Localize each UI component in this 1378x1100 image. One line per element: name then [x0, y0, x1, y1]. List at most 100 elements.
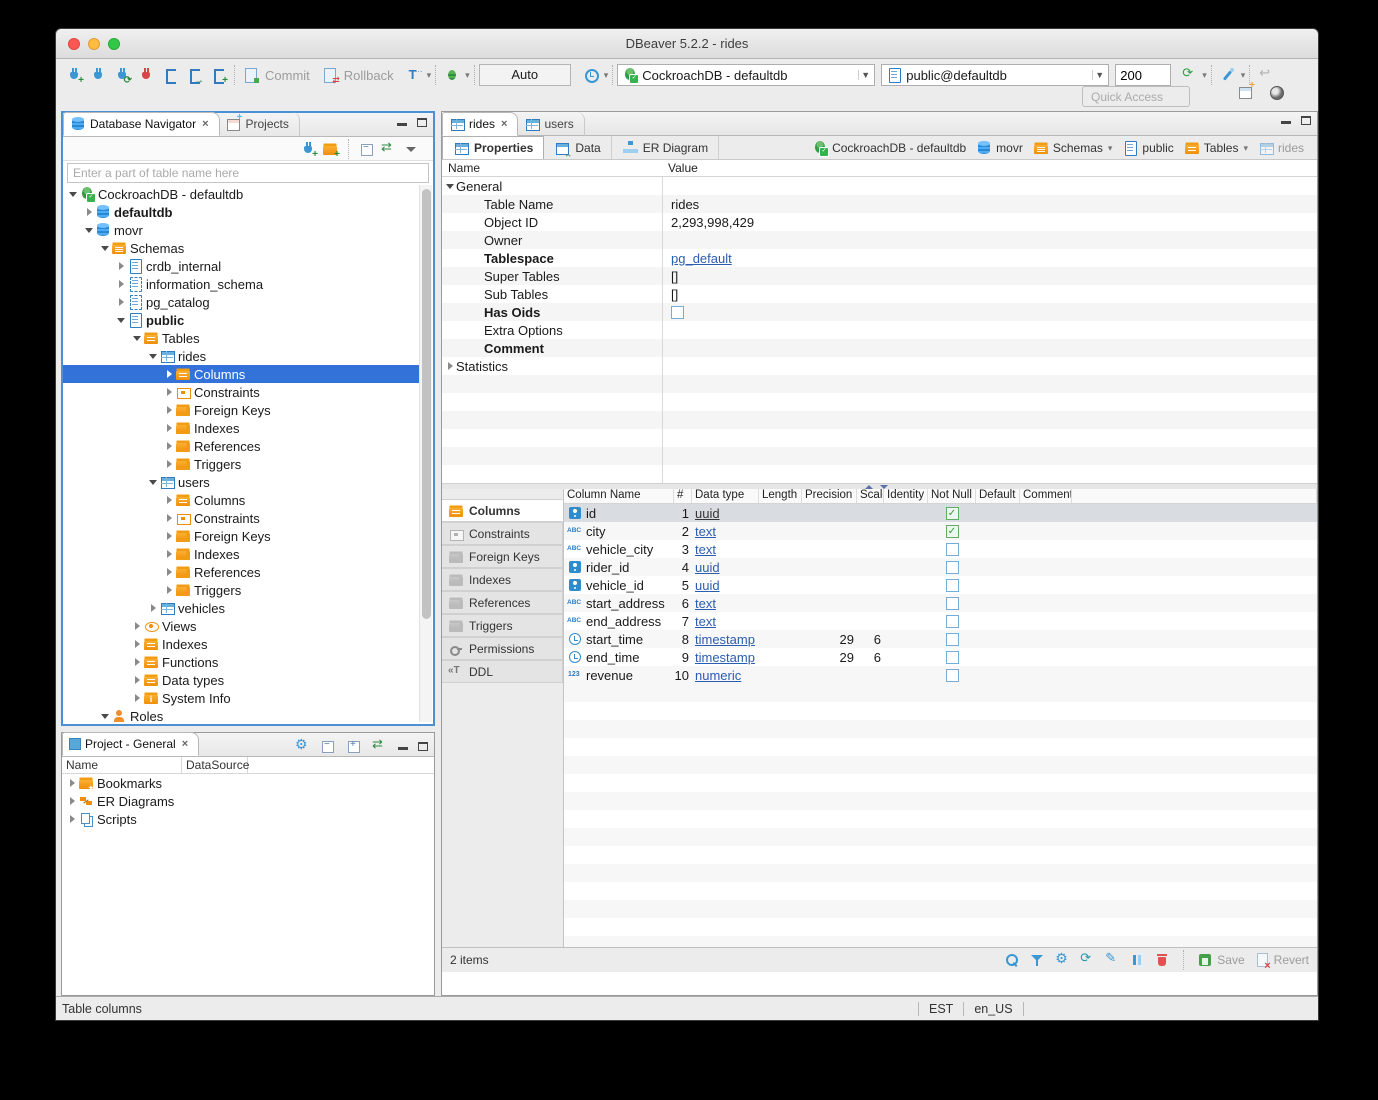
grid-header-precision[interactable]: Precision [802, 489, 857, 503]
close-icon[interactable]: × [182, 738, 188, 750]
maximize-panel-icon[interactable] [417, 118, 427, 127]
collapse-arrow-icon[interactable] [99, 714, 111, 719]
collapse-arrow-icon[interactable] [147, 480, 159, 485]
data-type-link[interactable]: text [695, 596, 716, 611]
breadcrumb-public[interactable]: public [1119, 140, 1176, 156]
expand-arrow-icon[interactable] [163, 550, 175, 558]
collapse-all-icon[interactable] [359, 141, 375, 157]
collapse-arrow-icon[interactable] [67, 192, 79, 197]
grid-header-comment[interactable]: Comment [1020, 489, 1072, 503]
breadcrumb-cockroachdb-defaultdb[interactable]: CockroachDB - defaultdb [809, 140, 969, 156]
subtab-data[interactable]: Data [544, 136, 611, 159]
link-with-editor-icon[interactable] [381, 141, 397, 157]
object-tab-references[interactable]: References [442, 591, 563, 614]
history-caret[interactable]: ▾ [604, 70, 609, 81]
expand-arrow-icon[interactable] [131, 676, 143, 684]
column-row-id[interactable]: id1uuid✓ [564, 504, 1317, 522]
tree-item-schemas[interactable]: Schemas [63, 239, 419, 257]
tree-item-functions[interactable]: Functions [63, 653, 419, 671]
open-sql-editor-button[interactable]: → [182, 63, 206, 87]
data-type-link[interactable]: text [695, 524, 716, 539]
transaction-mode-caret[interactable]: ▾ [427, 70, 432, 81]
fetch-size-input[interactable] [1115, 64, 1171, 86]
expand-arrow-icon[interactable] [66, 815, 78, 823]
grid-header-not-null[interactable]: Not Null [928, 489, 976, 503]
property-row-extra-options[interactable]: Extra Options [442, 321, 1317, 339]
reconnect-button[interactable]: ⟳ [110, 63, 134, 87]
refresh-caret[interactable]: ▾ [1202, 70, 1207, 81]
not-null-checkbox[interactable] [946, 633, 959, 646]
column-row-city[interactable]: city2text✓ [564, 522, 1317, 540]
filter-icon[interactable] [1029, 952, 1045, 968]
tree-item-indexes[interactable]: Indexes [63, 635, 419, 653]
properties-col-name[interactable]: Name [442, 160, 662, 176]
search-icon[interactable] [1004, 952, 1020, 968]
data-type-link[interactable]: uuid [695, 560, 720, 575]
project-item-scripts[interactable]: Scripts [62, 810, 434, 828]
collapse-arrow-icon[interactable] [147, 354, 159, 359]
not-null-checkbox[interactable] [946, 615, 959, 628]
tree-item-columns[interactable]: Columns [63, 365, 419, 383]
column-row-start_time[interactable]: start_time8timestamp296 [564, 630, 1317, 648]
commit-mode-combo[interactable]: Auto [479, 64, 571, 86]
object-tab-foreign-keys[interactable]: Foreign Keys [442, 545, 563, 568]
tree-item-cockroachdb-defaultdb[interactable]: CockroachDB - defaultdb [63, 185, 419, 203]
maximize-editor-icon[interactable] [1301, 116, 1311, 125]
expand-arrow-icon[interactable] [163, 370, 175, 378]
project-col-datasource[interactable]: DataSource [182, 757, 248, 773]
breadcrumb-tables[interactable]: Tables▾ [1181, 140, 1251, 156]
breadcrumb-movr[interactable]: movr [973, 140, 1026, 156]
rollback-button[interactable] [318, 63, 342, 87]
tree-item-references[interactable]: References [63, 563, 419, 581]
transaction-log-button[interactable] [579, 63, 603, 87]
collapse-all-icon[interactable] [320, 738, 336, 754]
close-icon[interactable]: × [202, 118, 208, 130]
breadcrumb-caret-icon[interactable]: ▾ [1108, 143, 1113, 154]
collapse-arrow-icon[interactable] [99, 246, 111, 251]
wand-caret[interactable]: ▾ [1241, 70, 1246, 81]
data-type-link[interactable]: uuid [695, 506, 720, 521]
object-tab-columns[interactable]: Columns [442, 499, 563, 522]
tree-item-indexes[interactable]: Indexes [63, 419, 419, 437]
tree-item-triggers[interactable]: Triggers [63, 455, 419, 473]
new-folder-icon[interactable] [322, 141, 338, 157]
edit-icon[interactable] [1104, 952, 1120, 968]
debug-caret[interactable]: ▾ [465, 70, 470, 81]
editor-tab-rides[interactable]: rides× [442, 112, 518, 136]
expand-arrow-icon[interactable] [163, 388, 175, 396]
commit-button[interactable] [239, 63, 263, 87]
object-tab-triggers[interactable]: Triggers [442, 614, 563, 637]
not-null-checkbox[interactable] [946, 579, 959, 592]
new-connection-icon[interactable]: + [300, 141, 316, 157]
column-row-revenue[interactable]: revenue10numeric [564, 666, 1317, 684]
property-row-sub-tables[interactable]: Sub Tables[] [442, 285, 1317, 303]
expand-arrow-icon[interactable] [131, 622, 143, 630]
not-null-checkbox[interactable]: ✓ [946, 525, 959, 538]
view-menu-icon[interactable] [403, 141, 419, 157]
expand-arrow-icon[interactable] [163, 532, 175, 540]
minimize-panel-icon[interactable] [398, 743, 408, 750]
breadcrumb-schemas[interactable]: Schemas▾ [1030, 140, 1116, 156]
expand-arrow-icon[interactable] [115, 298, 127, 306]
subtab-er-diagram[interactable]: ER Diagram [612, 136, 719, 159]
expand-arrow-icon[interactable] [66, 797, 78, 805]
property-value[interactable]: pg_default [671, 251, 732, 266]
not-null-checkbox[interactable] [946, 651, 959, 664]
connection-combo-caret[interactable]: ▼ [858, 70, 872, 80]
expand-all-icon[interactable] [346, 738, 362, 754]
expand-arrow-icon[interactable] [163, 496, 175, 504]
tree-item-constraints[interactable]: Constraints [63, 383, 419, 401]
property-row-statistics[interactable]: Statistics [442, 357, 1317, 375]
breadcrumb-caret-icon[interactable]: ▾ [1243, 143, 1248, 154]
not-null-checkbox[interactable] [946, 597, 959, 610]
data-type-link[interactable]: uuid [695, 578, 720, 593]
expand-arrow-icon[interactable] [163, 586, 175, 594]
project-col-name[interactable]: Name [62, 757, 182, 773]
tree-item-columns[interactable]: Columns [63, 491, 419, 509]
object-tab-indexes[interactable]: Indexes [442, 568, 563, 591]
open-perspective-button[interactable] [1238, 84, 1254, 100]
property-row-general[interactable]: General [442, 177, 1317, 195]
expand-arrow-icon[interactable] [131, 658, 143, 666]
tab-database-navigator[interactable]: Database Navigator× [63, 112, 220, 136]
tree-item-references[interactable]: References [63, 437, 419, 455]
